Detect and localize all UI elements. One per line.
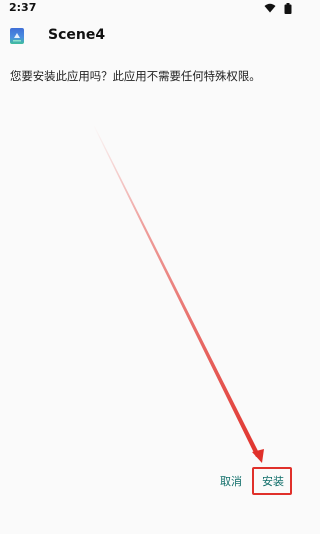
app-title: Scene4 (48, 27, 106, 43)
android-app-icon (10, 28, 24, 44)
status-bar: 2:37 (0, 0, 300, 16)
battery-icon (284, 3, 292, 14)
status-time: 2:37 (9, 1, 37, 14)
install-prompt-message: 您要安装此应用吗？此应用不需要任何特殊权限。 (10, 69, 261, 83)
cancel-button[interactable]: 取消 (214, 468, 248, 496)
wifi-icon (264, 3, 276, 13)
status-icons (264, 3, 292, 14)
app-header: Scene4 (0, 16, 300, 56)
install-highlight-box (252, 467, 292, 495)
